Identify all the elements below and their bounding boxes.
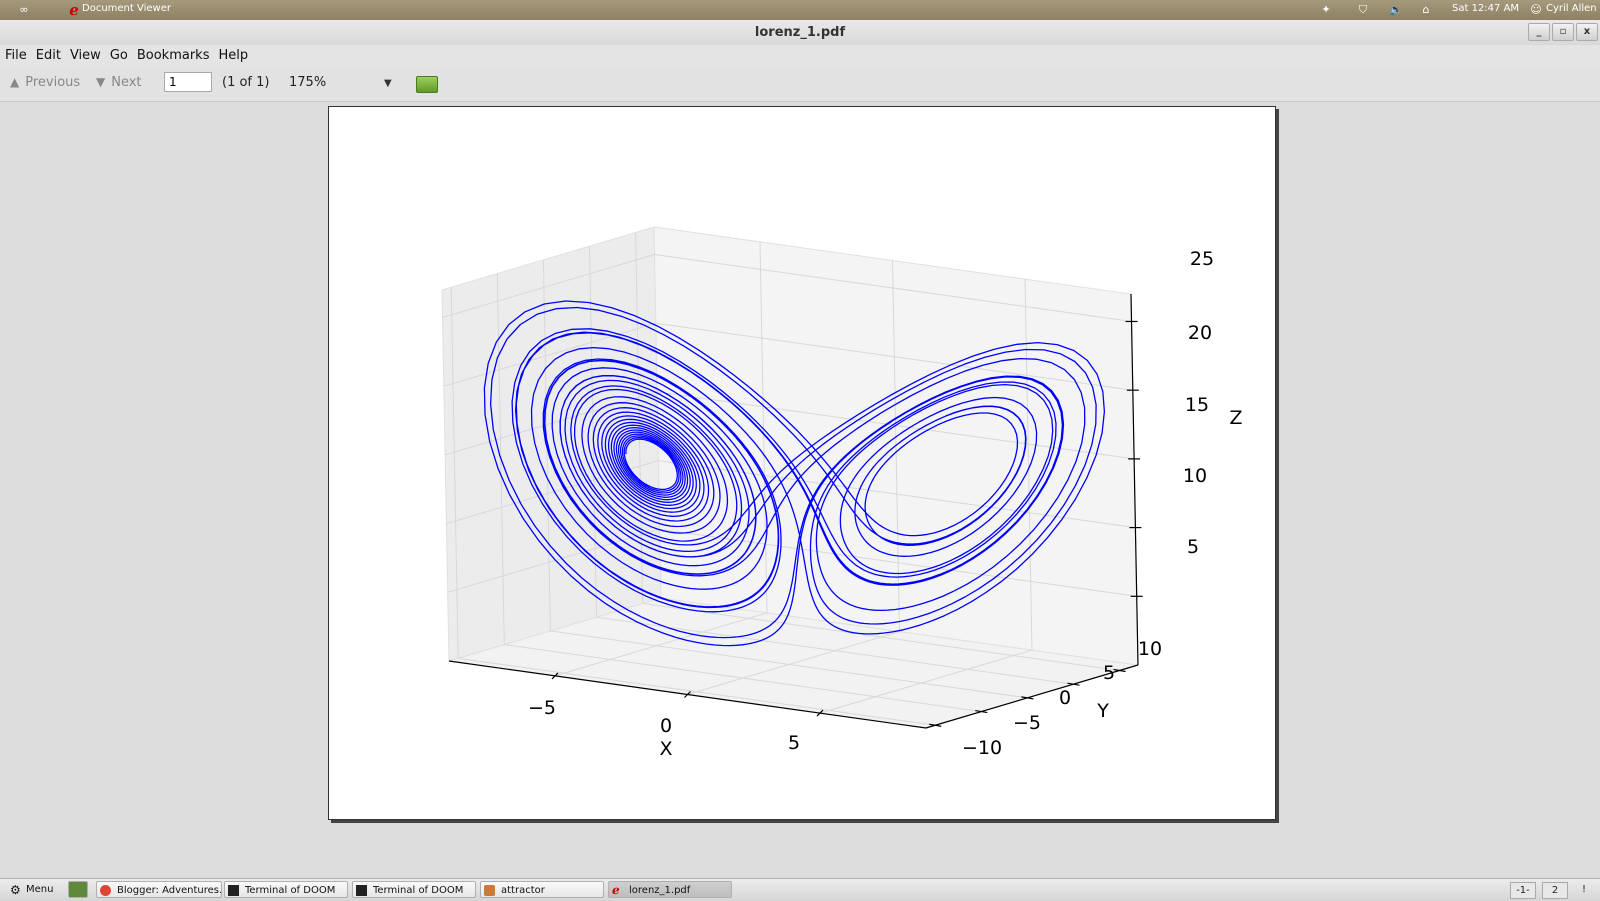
zoom-value: 175% bbox=[289, 75, 327, 90]
z-tick-label: 20 bbox=[1188, 322, 1212, 344]
gear-icon: ⚙ bbox=[10, 883, 21, 897]
z-tick-label: 15 bbox=[1185, 394, 1209, 416]
task-terminal-2[interactable]: Terminal of DOOM bbox=[352, 881, 476, 898]
page-count: (1 of 1) bbox=[222, 75, 270, 90]
task-label: Terminal of DOOM bbox=[373, 885, 464, 896]
task-blogger[interactable]: Blogger: Adventures... bbox=[96, 881, 222, 898]
editor-icon bbox=[484, 885, 495, 896]
window-title: lorenz_1.pdf bbox=[754, 25, 846, 40]
document-viewer-icon: ℯ bbox=[612, 883, 620, 897]
task-attractor[interactable]: attractor bbox=[480, 881, 604, 898]
page-number-input[interactable] bbox=[164, 72, 212, 92]
dropbox-icon[interactable]: ✦ bbox=[1318, 2, 1334, 18]
menu-go[interactable]: Go bbox=[105, 45, 132, 67]
task-lorenz-pdf[interactable]: ℯ lorenz_1.pdf bbox=[608, 881, 732, 898]
menubar: File Edit View Go Bookmarks Help bbox=[0, 45, 1600, 67]
window-titlebar[interactable]: lorenz_1.pdf bbox=[0, 20, 1600, 45]
y-axis-label: Y bbox=[1096, 700, 1109, 722]
browser-icon bbox=[100, 885, 111, 896]
z-tick-label: 25 bbox=[1190, 248, 1214, 270]
y-tick-label: 0 bbox=[1059, 687, 1071, 709]
document-view[interactable]: −5 0 5 X −10 −5 0 5 10 Y 5 10 15 20 25 Z bbox=[0, 102, 1600, 878]
clock[interactable]: Sat 12:47 AM bbox=[1452, 3, 1519, 14]
zoom-dropdown-icon[interactable]: ▼ bbox=[384, 78, 392, 89]
task-label: Blogger: Adventures... bbox=[117, 885, 222, 896]
app-label[interactable]: Document Viewer bbox=[82, 3, 171, 14]
infinity-icon[interactable]: ∞ bbox=[16, 2, 32, 18]
menu-help[interactable]: Help bbox=[213, 45, 252, 67]
next-label: Next bbox=[111, 75, 142, 90]
window-controls: _ ▫ x bbox=[1526, 23, 1598, 41]
x-tick-label: 0 bbox=[660, 715, 672, 737]
x-tick-label: −5 bbox=[528, 697, 556, 719]
user-icon: ☺ bbox=[1530, 3, 1542, 16]
z-axis-label: Z bbox=[1229, 407, 1242, 429]
app-logo-icon[interactable]: ℯ bbox=[66, 2, 82, 18]
workspace-1[interactable]: -1- bbox=[1510, 882, 1536, 899]
zoom-select[interactable]: 175% bbox=[289, 75, 326, 90]
volume-icon[interactable]: 🔈 bbox=[1388, 2, 1404, 18]
toolbar: ▲ Previous ▼ Next (1 of 1) 175% ▼ bbox=[0, 67, 1600, 102]
menu-file[interactable]: File bbox=[0, 45, 31, 67]
minimize-button[interactable]: _ bbox=[1528, 23, 1550, 41]
arrow-down-icon: ▼ bbox=[96, 75, 106, 89]
task-label: lorenz_1.pdf bbox=[629, 885, 691, 896]
workspace-2[interactable]: 2 bbox=[1542, 882, 1568, 899]
terminal-icon bbox=[228, 885, 239, 896]
x-axis-label: X bbox=[659, 738, 672, 760]
desktop-icon[interactable] bbox=[68, 881, 88, 898]
network-icon[interactable]: ⌂ bbox=[1418, 2, 1434, 18]
taskbar: ⚙ Menu Blogger: Adventures... Terminal o… bbox=[0, 878, 1600, 901]
menu-button[interactable]: ⚙ Menu bbox=[2, 881, 64, 898]
terminal-icon bbox=[356, 885, 367, 896]
y-tick-label: 5 bbox=[1103, 662, 1115, 684]
z-tick-label: 10 bbox=[1183, 465, 1207, 487]
pdf-page: −5 0 5 X −10 −5 0 5 10 Y 5 10 15 20 25 Z bbox=[328, 106, 1276, 820]
open-folder-icon[interactable] bbox=[416, 76, 438, 93]
maximize-button[interactable]: ▫ bbox=[1552, 23, 1574, 41]
previous-button[interactable]: ▲ Previous bbox=[10, 75, 80, 90]
top-panel: ∞ ℯ Document Viewer ✦ ⛉ 🔈 ⌂ Sat 12:47 AM… bbox=[0, 0, 1600, 20]
menu-bookmarks[interactable]: Bookmarks bbox=[132, 45, 214, 67]
task-terminal-1[interactable]: Terminal of DOOM bbox=[224, 881, 348, 898]
y-tick-label: −10 bbox=[962, 737, 1002, 759]
menu-edit[interactable]: Edit bbox=[31, 45, 65, 67]
notification-icon[interactable]: ! bbox=[1576, 882, 1592, 897]
x-tick-label: 5 bbox=[788, 732, 800, 754]
previous-label: Previous bbox=[25, 75, 81, 90]
task-label: attractor bbox=[501, 885, 545, 896]
menu-view[interactable]: View bbox=[65, 45, 105, 67]
menu-label: Menu bbox=[26, 884, 54, 895]
next-button[interactable]: ▼ Next bbox=[96, 75, 142, 90]
z-tick-label: 5 bbox=[1187, 536, 1199, 558]
shield-icon[interactable]: ⛉ bbox=[1355, 2, 1371, 18]
lorenz-plot: −5 0 5 X −10 −5 0 5 10 Y 5 10 15 20 25 Z bbox=[441, 226, 1243, 760]
close-button[interactable]: x bbox=[1576, 23, 1598, 41]
arrow-up-icon: ▲ bbox=[10, 75, 20, 89]
user-name[interactable]: Cyril Allen bbox=[1546, 3, 1597, 14]
y-tick-label: 10 bbox=[1138, 638, 1162, 660]
task-label: Terminal of DOOM bbox=[245, 885, 336, 896]
y-tick-label: −5 bbox=[1013, 712, 1041, 734]
